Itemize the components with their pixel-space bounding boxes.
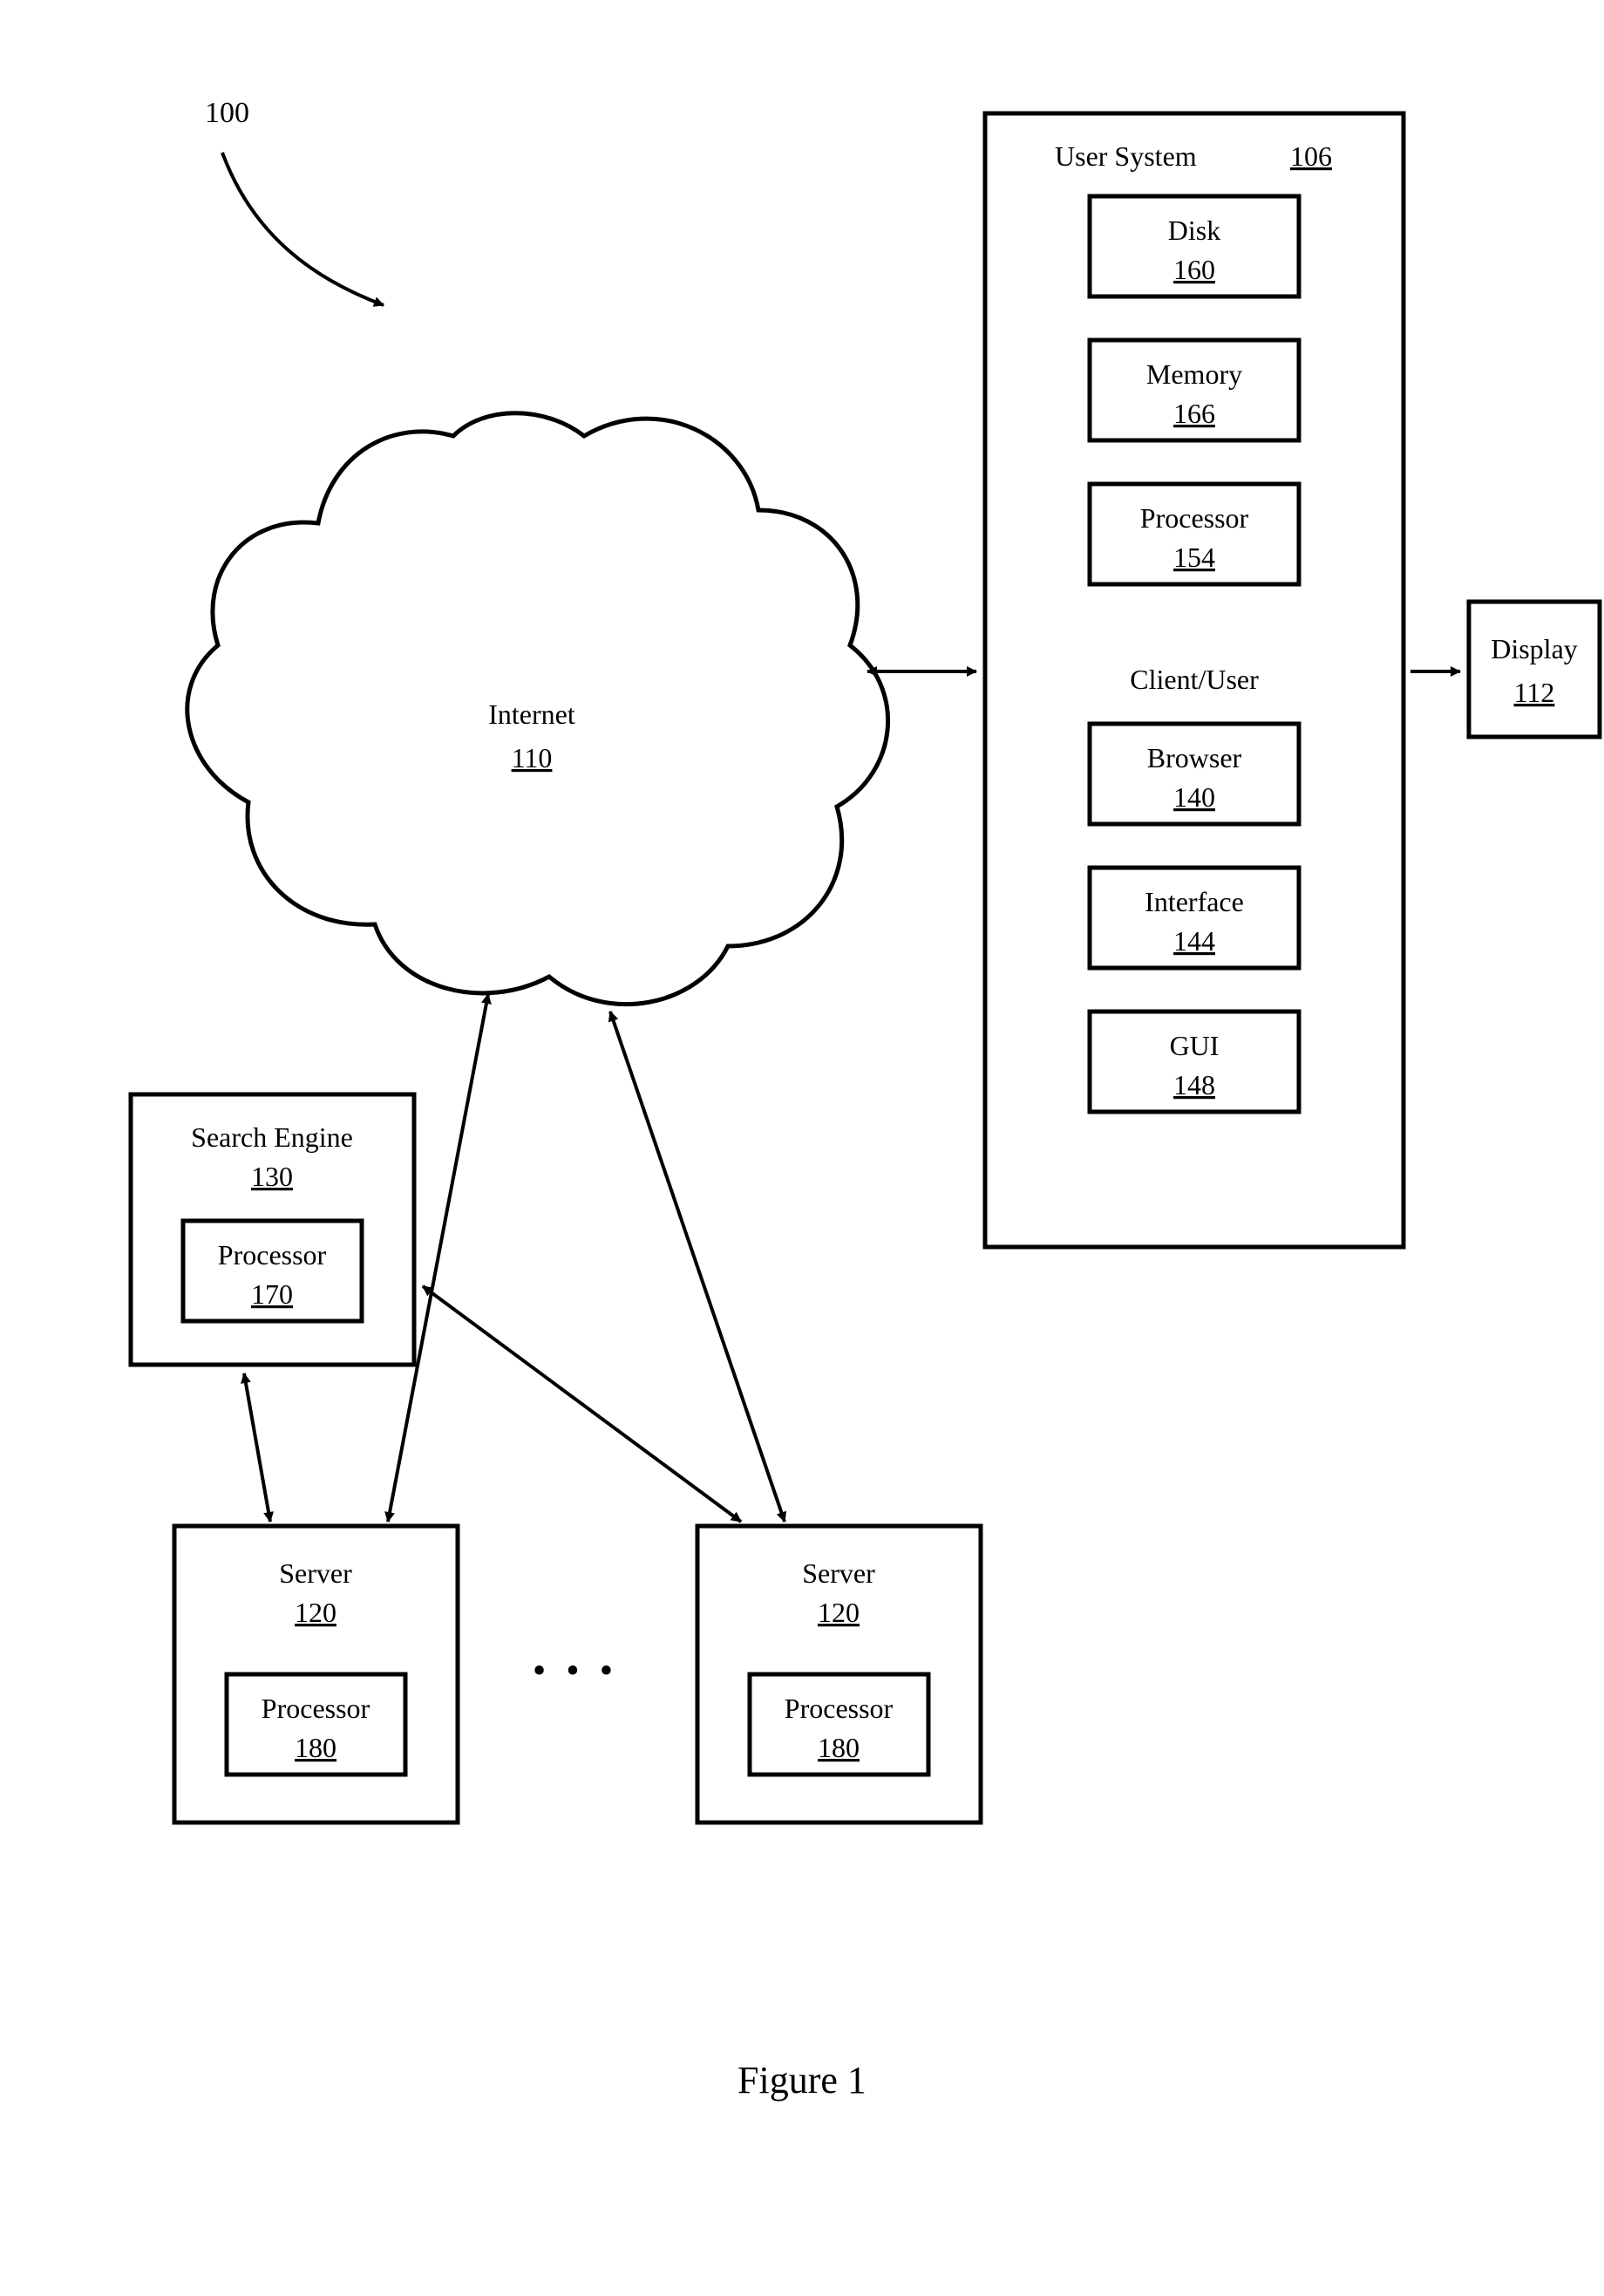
svg-text:144: 144 [1173, 925, 1215, 957]
svg-text:Disk: Disk [1168, 215, 1220, 246]
figure-id: 100 [205, 97, 249, 129]
svg-text:User System: User System [1055, 140, 1197, 172]
figure-caption: Figure 1 [737, 2059, 867, 2102]
svg-text:Processor: Processor [218, 1239, 327, 1271]
user-system-block: User System 106 Disk 160 Memory 166 Proc… [985, 113, 1404, 1247]
svg-text:130: 130 [251, 1161, 293, 1192]
search-engine-block: Search Engine 130 Processor 170 [131, 1094, 414, 1365]
svg-text:160: 160 [1173, 254, 1215, 285]
internet-cloud: Internet 110 [187, 413, 888, 1005]
svg-text:Processor: Processor [1140, 502, 1249, 534]
svg-text:120: 120 [818, 1597, 860, 1628]
display-block: Display 112 [1469, 602, 1600, 737]
svg-text:Browser: Browser [1147, 742, 1242, 773]
svg-text:112: 112 [1514, 677, 1555, 708]
gui-block: GUI 148 [1090, 1012, 1299, 1112]
svg-text:Display: Display [1491, 633, 1578, 664]
svg-text:170: 170 [251, 1278, 293, 1310]
processor-block: Processor 154 [1090, 484, 1299, 584]
svg-text:180: 180 [295, 1732, 336, 1763]
svg-text:Server: Server [802, 1557, 875, 1589]
svg-text:166: 166 [1173, 398, 1215, 429]
svg-text:Processor: Processor [262, 1693, 370, 1724]
server2-block: Server 120 Processor 180 [697, 1526, 981, 1822]
server1-block: Server 120 Processor 180 [174, 1526, 458, 1822]
ellipsis: • • • [533, 1649, 618, 1692]
svg-text:120: 120 [295, 1597, 336, 1628]
svg-text:140: 140 [1173, 781, 1215, 813]
svg-text:Server: Server [279, 1557, 352, 1589]
disk-block: Disk 160 [1090, 196, 1299, 296]
svg-text:148: 148 [1173, 1069, 1215, 1100]
svg-text:Search Engine: Search Engine [191, 1121, 353, 1153]
system-diagram: 100 Internet 110 User System 106 Disk 16… [0, 0, 1604, 2296]
client-user-subtitle: Client/User [1130, 664, 1259, 695]
svg-text:Memory: Memory [1146, 358, 1242, 390]
svg-text:180: 180 [818, 1732, 860, 1763]
memory-block: Memory 166 [1090, 340, 1299, 440]
svg-text:Processor: Processor [785, 1693, 894, 1724]
interface-block: Interface 144 [1090, 868, 1299, 968]
svg-text:Interface: Interface [1145, 886, 1244, 917]
svg-text:106: 106 [1290, 140, 1332, 172]
browser-block: Browser 140 [1090, 724, 1299, 824]
svg-text:154: 154 [1173, 542, 1215, 573]
svg-text:110: 110 [512, 742, 553, 773]
svg-text:GUI: GUI [1170, 1030, 1220, 1061]
svg-text:Internet: Internet [488, 698, 575, 730]
pointer-arrow [222, 153, 384, 305]
